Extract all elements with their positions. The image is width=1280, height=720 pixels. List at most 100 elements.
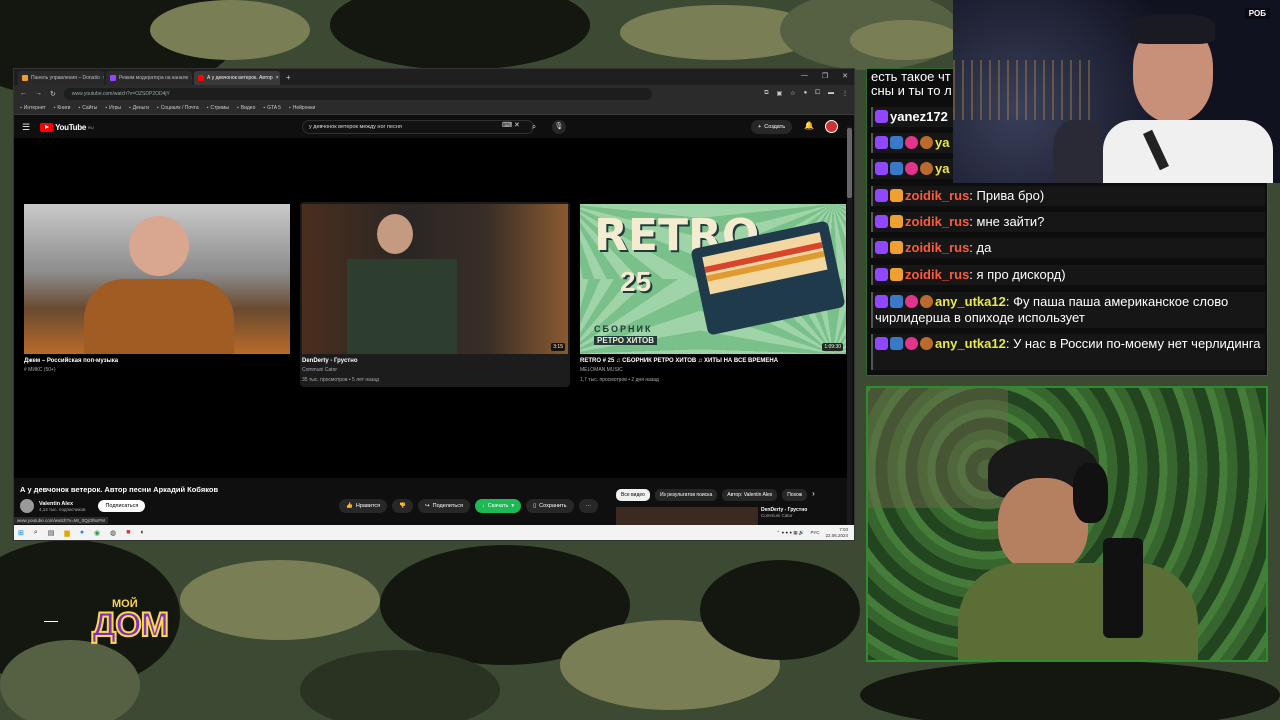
- video-thumbnail[interactable]: 3:15: [302, 204, 568, 354]
- search-icon[interactable]: ⌕: [34, 529, 38, 537]
- reload-icon[interactable]: ↻: [50, 90, 56, 98]
- bookmark-item[interactable]: Сайты: [78, 105, 97, 111]
- account-avatar[interactable]: [825, 120, 838, 133]
- bookmark-item[interactable]: Игры: [105, 105, 121, 111]
- video-actions: 👍 Нравится 👎 ↪ Поделиться ↓ Скачать ▾ ▯ Сохра…: [339, 499, 598, 513]
- download-button[interactable]: ↓ Скачать ▾: [474, 499, 522, 513]
- bookmark-item[interactable]: Интернет: [20, 105, 46, 111]
- chip-similar[interactable]: Похож: [782, 489, 808, 501]
- profile-icon[interactable]: ▬: [828, 90, 834, 97]
- obs-icon[interactable]: ◍: [110, 529, 116, 537]
- puzzle-icon[interactable]: ⧠: [815, 90, 820, 97]
- bookmark-item[interactable]: Нейронки: [289, 105, 316, 111]
- save-button[interactable]: ▯ Сохранить: [526, 499, 574, 513]
- minimize-icon[interactable]: —: [801, 72, 808, 80]
- task-view-icon[interactable]: ▤: [48, 529, 55, 537]
- bookmark-item[interactable]: Стримы: [207, 105, 229, 111]
- heart-badge-icon: [905, 337, 918, 350]
- bits-badge-icon: [920, 295, 933, 308]
- like-button[interactable]: 👍 Нравится: [339, 499, 388, 513]
- video-card[interactable]: RETRO 25 СБОРНИК РЕТРО ХИТОВ 1:09:30 RET…: [578, 202, 848, 387]
- search-input[interactable]: у девчонок ветерок между ног песня: [302, 120, 534, 134]
- subscribe-button[interactable]: Подписаться: [98, 500, 146, 512]
- chevron-right-icon[interactable]: ›: [812, 489, 815, 501]
- singer-figure: [129, 216, 189, 276]
- windows-start-icon[interactable]: ⊞: [18, 529, 24, 537]
- bookmark-item[interactable]: Социалк / Почта: [157, 105, 199, 111]
- retro-number: 25: [620, 266, 652, 297]
- chat-message: any_utka12: Фу паша паша американское сл…: [871, 292, 1265, 328]
- bookmark-item[interactable]: GTA 5: [263, 105, 281, 111]
- related-thumbnail[interactable]: [616, 507, 758, 527]
- screenshot-icon[interactable]: ▣: [777, 90, 783, 97]
- chrome-icon[interactable]: ◉: [94, 529, 100, 537]
- decorative-line: [44, 621, 58, 622]
- language-indicator[interactable]: РУС: [810, 530, 819, 535]
- heart-badge-icon: [905, 162, 918, 175]
- close-icon[interactable]: ✕: [842, 72, 848, 80]
- video-player[interactable]: Джем – Российская поп-музыка # МИКС (50+…: [14, 138, 849, 478]
- video-card[interactable]: 3:15 DenDerty - Грустно Communi Cator 35…: [300, 202, 570, 387]
- video-thumbnail[interactable]: RETRO 25 СБОРНИК РЕТРО ХИТОВ 1:09:30: [580, 204, 846, 354]
- channel-avatar[interactable]: [20, 499, 34, 513]
- steam-icon[interactable]: ◐: [141, 529, 145, 536]
- scrollbar-thumb[interactable]: [847, 128, 852, 198]
- edge-icon[interactable]: ●: [80, 529, 84, 536]
- system-tray: ⌃ ● ● ● ▦ 🔊 РУС 7:03 22.06.2024: [776, 527, 848, 539]
- prime-badge-icon: [890, 337, 903, 350]
- tab-donation[interactable]: Панель управления – Donatio×: [18, 71, 104, 85]
- duration-badge: 3:15: [551, 343, 565, 351]
- tab-youtube[interactable]: А у девчонок ветерок. Автор ×: [194, 71, 280, 85]
- thumbs-down-icon: 👎: [399, 503, 406, 509]
- related-video[interactable]: DenDerty - Грустно Communi Cator: [616, 507, 807, 527]
- menu-icon[interactable]: ⋮: [842, 90, 848, 97]
- tray-icons[interactable]: ⌃ ● ● ● ▦ 🔊: [776, 530, 804, 536]
- chat-message: zoidik_rus: мне зайти?: [871, 212, 1265, 232]
- close-tab-icon[interactable]: ×: [191, 75, 192, 81]
- twitch-badge-icon: [875, 268, 888, 281]
- chat-message: any_utka12: У нас в России по-моему нет …: [871, 334, 1265, 370]
- video-card[interactable]: Джем – Российская поп-музыка # МИКС (50+…: [22, 202, 292, 387]
- bookmark-item[interactable]: Видео: [237, 105, 256, 111]
- close-tab-icon[interactable]: ×: [276, 75, 279, 81]
- twitch-badge-icon: [875, 295, 888, 308]
- duration-badge: 1:09:30: [822, 343, 843, 351]
- star-icon[interactable]: ☆: [790, 90, 795, 97]
- more-actions-button[interactable]: ···: [578, 499, 598, 513]
- app-icon[interactable]: ■: [126, 529, 130, 536]
- bookmark-item[interactable]: Деньги: [129, 105, 149, 111]
- maximize-icon[interactable]: ❐: [822, 72, 828, 80]
- back-icon[interactable]: ←: [20, 90, 27, 97]
- create-button[interactable]: + Создать: [751, 120, 793, 134]
- bookmark-item[interactable]: Книги: [54, 105, 70, 111]
- keyboard-and-clear-icon[interactable]: ⌨ ✕: [502, 121, 520, 129]
- thumbs-up-icon: 👍: [346, 503, 353, 509]
- forward-icon[interactable]: →: [35, 90, 42, 97]
- share-button[interactable]: ↪ Поделиться: [418, 499, 470, 513]
- chip-all-videos[interactable]: Все видео: [616, 489, 650, 501]
- clock[interactable]: 7:03 22.06.2024: [825, 527, 848, 539]
- dislike-button[interactable]: 👎: [392, 499, 413, 513]
- explorer-icon[interactable]: ▆: [64, 529, 69, 537]
- extension-icon[interactable]: ●: [804, 90, 808, 97]
- url-field[interactable]: www.youtube.com/watch?v=OZSDP2OD4jY: [63, 87, 652, 100]
- search-icon[interactable]: ⌕: [526, 120, 542, 134]
- chip-author[interactable]: Автор: Valentin Alex: [722, 489, 778, 501]
- chevron-down-icon[interactable]: ▾: [511, 503, 514, 509]
- microphone-icon[interactable]: 🎙: [552, 120, 566, 134]
- new-tab-button[interactable]: +: [286, 71, 291, 85]
- donation-icon: [22, 75, 28, 81]
- tab-moderator[interactable]: Режим модератора на канале×: [106, 71, 192, 85]
- notification-bell-icon[interactable]: 🔔: [804, 121, 814, 130]
- twitch-badge-icon: [875, 189, 888, 202]
- hamburger-menu-icon[interactable]: ☰: [22, 122, 30, 133]
- chip-search-results[interactable]: Из результатов поиска: [654, 489, 718, 501]
- prime-badge-icon: [890, 295, 903, 308]
- video-thumbnail[interactable]: [24, 204, 290, 354]
- windows-taskbar: ⊞ ⌕ ▤ ▆ ● ◉ ◍ ■ ◐ ⌃ ● ● ● ▦ 🔊 РУС 7:03 22…: [14, 525, 854, 540]
- youtube-header: ☰ YouTube RU у девчонок ветерок между ног…: [14, 115, 854, 139]
- youtube-logo[interactable]: YouTube RU: [40, 122, 94, 132]
- translate-icon[interactable]: ⧉: [764, 90, 768, 97]
- video-title: А у девчонок ветерок. Автор песни Аркади…: [20, 485, 219, 494]
- close-tab-icon[interactable]: ×: [103, 75, 104, 81]
